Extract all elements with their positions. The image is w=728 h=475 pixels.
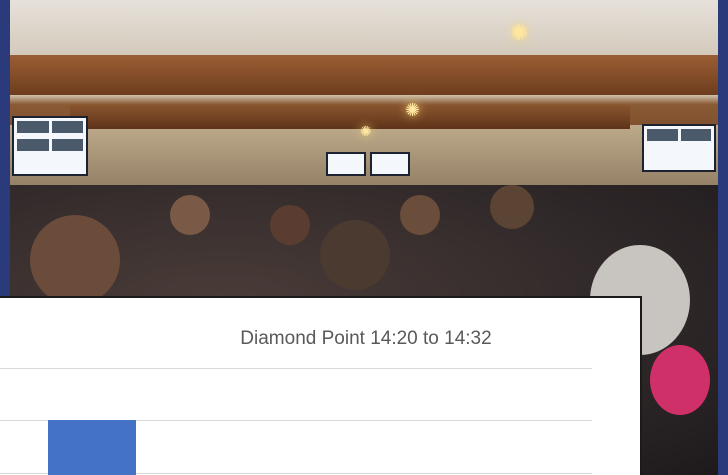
bar [48,420,136,475]
projection-screen-icon [370,152,410,176]
chandelier-icon: ✺ [360,123,372,139]
gridline [0,368,592,369]
ceiling [10,0,718,60]
chart-title: Diamond Point 14:20 to 14:32 [240,328,492,349]
chandelier-icon: ✺ [405,100,421,120]
projection-screen-icon [326,152,366,176]
inner-beam [70,105,630,129]
projection-screen-icon [12,116,88,176]
projection-screen-icon [642,124,716,172]
ceiling-beam [10,55,718,95]
chart-panel: Diamond Point 14:20 to 14:32 [0,296,642,475]
chandelier-icon: ✺ [510,20,529,45]
